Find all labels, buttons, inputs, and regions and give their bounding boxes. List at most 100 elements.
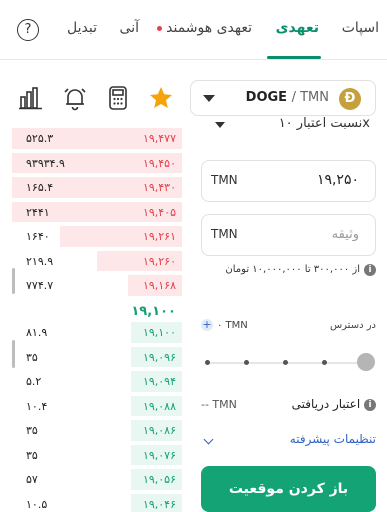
calculator-icon[interactable] (105, 85, 131, 111)
price-value: ۱۹,۲۵۰ (316, 172, 359, 188)
order-price: ۱۹,۰۹۴ (142, 375, 176, 388)
received-credit: اعتبار دریافتی i -- TMN (201, 397, 376, 415)
available-balance: در دسترس +۰ TMN (201, 319, 376, 336)
order-quantity: ۳۵ (26, 448, 38, 462)
ask-row[interactable]: ۹۳۹۳۴.۹ ۱۹,۴۵۰ (12, 151, 182, 176)
tab-convert[interactable]: تبدیل (67, 20, 97, 36)
ask-row[interactable]: ۲۴۴۱ ۱۹,۴۰۵ (12, 200, 182, 225)
order-price: ۱۹,۴۷۷ (142, 132, 176, 145)
order-quantity: ۷۷۴.۷ (26, 279, 54, 292)
order-price: ۱۹,۴۵۰ (142, 156, 176, 170)
bids-list: ۸۱.۹ ۱۹,۱۰۰ ۳۵ ۱۹,۰۹۶ ۵.۲ ۱۹,۰۹۴ ۱۰.۴ ۱۹,۰۸۸ ۳۵ ۱… (12, 320, 182, 512)
order-price: ۱۹,۱۶۸ (142, 279, 176, 292)
order-quantity: ۱۶۴۰ (26, 230, 50, 243)
order-quantity: ۹۳۹۳۴.۹ (26, 156, 65, 170)
order-price: ۱۹,۰۷۶ (142, 448, 176, 462)
order-price: ۱۹,۲۶۱ (142, 230, 176, 243)
last-price: ۱۹,۱۰۰ (131, 304, 176, 319)
collateral-range-hint: i از ۳۰۰,۰۰۰ تا ۱۰,۰۰۰,۰۰۰ تومان (201, 264, 376, 276)
asks-list: ۵۲۵.۳ ۱۹,۴۷۷ ۹۳۹۳۴.۹ ۱۹,۴۵۰ ۱۶۵.۴ ۱۹,۴۳۰ ۲۴۴۱ ۱… (12, 126, 182, 298)
price-unit: TMN (211, 173, 238, 187)
tab-smart-margin[interactable]: تعهدی هوشمند (157, 20, 252, 36)
bid-row[interactable]: ۱۰.۴ ۱۹,۰۸۸ (12, 394, 182, 419)
leverage-label: نسبت اعتبار ۱۰x (278, 116, 370, 131)
order-price: ۱۹,۰۹۶ (142, 350, 176, 364)
advanced-settings-toggle[interactable]: تنظیمات پیشرفته (201, 432, 376, 450)
slider-tick[interactable] (283, 360, 288, 365)
bid-row[interactable]: ۳۵ ۱۹,۰۸۶ (12, 418, 182, 443)
leverage-select[interactable]: نسبت اعتبار ۱۰x (201, 116, 376, 142)
new-indicator-dot (157, 25, 163, 31)
order-price: ۱۹,۴۳۰ (142, 181, 176, 194)
tab-instant[interactable]: آنی (120, 20, 139, 36)
tab-margin[interactable]: تعهدی (276, 20, 319, 36)
price-input[interactable]: TMN ۱۹,۲۵۰ (201, 160, 376, 202)
deposit-plus-icon[interactable]: + (201, 319, 213, 331)
pair-selector[interactable]: Ð DOGE / TMN (190, 80, 376, 116)
info-icon: i (364, 264, 376, 276)
bar-chart-icon[interactable] (18, 85, 44, 111)
credit-value: -- TMN (201, 398, 237, 411)
order-quantity: ۱۰.۴ (26, 399, 48, 413)
chevron-down-icon (215, 122, 225, 128)
amount-slider[interactable] (205, 353, 375, 373)
help-icon[interactable]: ? (17, 19, 39, 41)
order-quantity: ۳۵ (26, 350, 38, 364)
order-quantity: ۲۴۴۱ (26, 205, 50, 219)
ask-row[interactable]: ۱۶۴۰ ۱۹,۲۶۱ (12, 224, 182, 249)
slider-tick[interactable] (244, 360, 249, 365)
bid-row[interactable]: ۳۵ ۱۹,۰۹۶ (12, 345, 182, 370)
ask-row[interactable]: ۷۷۴.۷ ۱۹,۱۶۸ (12, 273, 182, 298)
order-price: ۱۹,۴۰۵ (142, 205, 176, 219)
slider-tick[interactable] (322, 360, 327, 365)
collateral-input[interactable]: TMN وثیقه (201, 214, 376, 256)
order-price: ۱۹,۰۸۸ (142, 399, 176, 413)
divider (0, 59, 387, 60)
bid-row[interactable]: ۵۷ ۱۹,۰۵۶ (12, 467, 182, 492)
tab-spot[interactable]: اسپات (342, 20, 379, 36)
market-tabs: اسپات تعهدی تعهدی هوشمند آنی تبدیل ? (0, 0, 387, 59)
order-quantity: ۱۶۵.۴ (26, 181, 54, 194)
order-price: ۱۹,۲۶۰ (142, 254, 176, 268)
advanced-settings-label: تنظیمات پیشرفته (289, 432, 376, 446)
open-position-button[interactable]: باز کردن موقعیت (201, 466, 376, 512)
order-price: ۱۹,۰۵۶ (142, 473, 176, 486)
order-quantity: ۵.۲ (26, 375, 42, 388)
pair-base: DOGE (245, 90, 288, 105)
order-quantity: ۵۷ (26, 473, 38, 486)
order-quantity: ۲۱۹.۹ (26, 254, 54, 268)
order-quantity: ۱۰.۵ (26, 497, 48, 511)
ask-row[interactable]: ۲۱۹.۹ ۱۹,۲۶۰ (12, 249, 182, 274)
chevron-down-icon (203, 434, 214, 445)
star-icon[interactable] (148, 85, 174, 111)
order-quantity: ۸۱.۹ (26, 326, 48, 339)
doge-coin-icon: Ð (339, 88, 361, 110)
slider-tick[interactable] (205, 360, 210, 365)
bid-row[interactable]: ۵.۲ ۱۹,۰۹۴ (12, 369, 182, 394)
slider-handle[interactable] (357, 353, 375, 371)
order-price: ۱۹,۰۸۶ (142, 424, 176, 437)
order-price: ۱۹,۰۴۶ (142, 497, 176, 511)
collateral-unit: TMN (211, 227, 238, 241)
available-value: ۰ TMN (217, 320, 248, 331)
tab-smart-margin-label: تعهدی هوشمند (166, 20, 252, 36)
pair-symbol: DOGE / TMN (246, 90, 329, 105)
info-icon[interactable]: i (364, 398, 376, 411)
order-price: ۱۹,۱۰۰ (142, 326, 176, 339)
ask-row[interactable]: ۵۲۵.۳ ۱۹,۴۷۷ (12, 126, 182, 151)
credit-label: اعتبار دریافتی (291, 397, 361, 411)
credit-label-wrap: اعتبار دریافتی i (292, 397, 376, 411)
collateral-placeholder: وثیقه (331, 227, 359, 242)
range-text: از ۳۰۰,۰۰۰ تا ۱۰,۰۰۰,۰۰۰ تومان (225, 264, 360, 275)
bid-row[interactable]: ۳۵ ۱۹,۰۷۶ (12, 443, 182, 468)
available-label: در دسترس (329, 320, 376, 331)
ask-row[interactable]: ۱۶۵.۴ ۱۹,۴۳۰ (12, 175, 182, 200)
pair-quote: / TMN (291, 90, 329, 105)
order-quantity: ۳۵ (26, 424, 38, 437)
bid-row[interactable]: ۸۱.۹ ۱۹,۱۰۰ (12, 320, 182, 345)
available-value-wrap: +۰ TMN (201, 319, 248, 331)
alarm-clock-icon[interactable] (62, 85, 88, 111)
bid-row[interactable]: ۱۰.۵ ۱۹,۰۴۶ (12, 492, 182, 512)
chevron-down-icon (203, 95, 215, 102)
order-quantity: ۵۲۵.۳ (26, 132, 54, 145)
